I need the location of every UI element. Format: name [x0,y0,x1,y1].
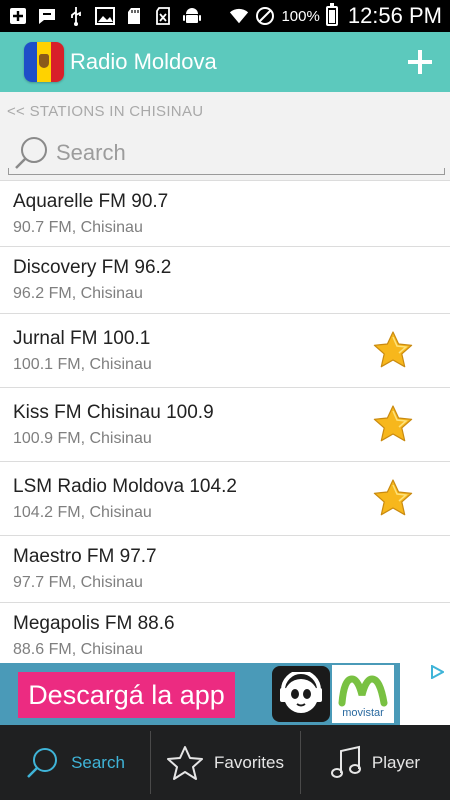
station-row[interactable]: Maestro FM 97.7 97.7 FM, Chisinau [0,535,450,602]
no-sim-icon [153,7,173,25]
usb-icon [66,7,86,26]
android-icon [182,7,202,25]
image-icon [95,7,115,25]
favorite-star-icon[interactable] [371,477,415,521]
nav-player-label: Player [371,752,421,772]
sd-card-icon [124,7,144,25]
nav-favorites[interactable]: Favorites [150,725,300,800]
add-box-icon [8,7,28,25]
napster-logo-icon [272,666,330,722]
movistar-brand: movistar [342,707,384,719]
station-row[interactable]: Jurnal FM 100.1 100.1 FM, Chisinau [0,313,450,387]
station-name: Jurnal FM 100.1 [13,327,151,349]
station-row[interactable]: LSM Radio Moldova 104.2 104.2 FM, Chisina… [0,461,450,535]
nav-search[interactable]: Search [0,725,150,800]
station-list: Aquarelle FM 90.7 90.7 FM, Chisinau Discov… [0,180,450,663]
ad-image[interactable]: Descargá la app movistar [0,663,400,725]
plus-icon [408,50,432,74]
station-frequency: 104.2 FM, Chisinau [13,503,152,521]
search-bar [8,131,445,175]
station-frequency: 88.6 FM, Chisinau [13,641,143,658]
station-row[interactable]: Kiss FM Chisinau 100.9 100.9 FM, Chisinau [0,387,450,461]
battery-icon [325,3,338,26]
station-name: Discovery FM 96.2 [13,257,172,278]
search-icon [27,747,58,778]
station-row[interactable]: Aquarelle FM 90.7 90.7 FM, Chisinau [0,180,450,246]
star-outline-icon [167,745,204,780]
station-frequency: 96.2 FM, Chisinau [13,285,143,302]
ad-cta-button[interactable]: Descargá la app [18,672,235,718]
ad-banner[interactable]: Descargá la app movistar [0,663,450,725]
breadcrumb-back-link[interactable]: << STATIONS IN CHISINAU [7,103,203,120]
app-bar: Radio Moldova [0,32,450,92]
music-note-icon [330,745,361,778]
wifi-icon [229,7,249,25]
battery-percent: 100% [281,7,320,25]
app-title: Radio Moldova [70,49,217,74]
clock: 12:56 PM [347,3,442,28]
station-name: LSM Radio Moldova 104.2 [13,475,237,497]
station-row[interactable]: Discovery FM 96.2 96.2 FM, Chisinau [0,246,450,313]
chat-icon [37,7,57,25]
station-name: Aquarelle FM 90.7 [13,190,169,212]
station-name: Kiss FM Chisinau 100.9 [13,401,214,423]
nav-search-label: Search [71,752,125,772]
bottom-nav: Search Favorites Player [0,725,450,800]
station-row[interactable]: Megapolis FM 88.6 88.6 FM, Chisinau [0,602,450,663]
search-input[interactable] [56,139,416,166]
favorite-star-icon[interactable] [371,329,415,373]
moldova-flag-icon [24,42,64,82]
do-not-disturb-icon [255,7,275,25]
station-name: Megapolis FM 88.6 [13,613,175,634]
nav-player[interactable]: Player [300,725,450,800]
station-frequency: 100.9 FM, Chisinau [13,429,152,447]
favorite-star-icon[interactable] [371,403,415,447]
ad-choices-icon[interactable] [430,665,444,679]
add-station-button[interactable] [390,32,450,92]
nav-favorites-label: Favorites [214,752,284,772]
search-icon [15,136,47,169]
status-bar: 100% 12:56 PM [0,0,450,32]
station-frequency: 100.1 FM, Chisinau [13,355,152,373]
movistar-logo-icon: movistar [332,665,394,723]
station-frequency: 97.7 FM, Chisinau [13,574,143,591]
station-frequency: 90.7 FM, Chisinau [13,218,143,236]
station-name: Maestro FM 97.7 [13,546,157,567]
